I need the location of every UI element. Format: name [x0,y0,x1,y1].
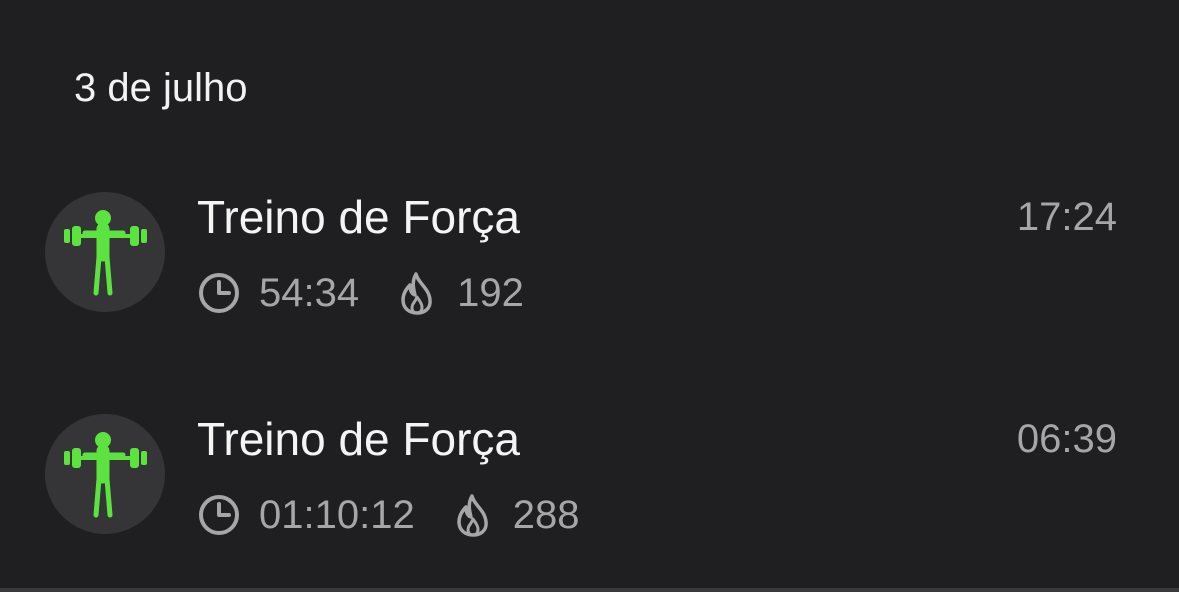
workout-title: Treino de Força [197,191,520,243]
workout-stats: 01:10:12 288 [197,492,615,538]
clock-icon [197,493,241,537]
calories-value: 192 [457,271,524,315]
bottom-divider [0,588,1179,592]
workout-avatar [45,414,165,534]
calories-value: 288 [512,493,580,537]
clock-icon [197,271,241,315]
section-date: 3 de julho [74,66,248,110]
duration-value: 01:10:12 [259,493,415,537]
duration-value: 54:34 [259,271,360,315]
workout-row[interactable]: Treino de Força 17:24 54:34 192 [0,192,1179,322]
workout-time: 06:39 [1016,417,1117,461]
strength-training-icon [64,210,147,296]
workout-title: Treino de Força [197,413,520,465]
workout-row[interactable]: Treino de Força 06:39 01:10:12 288 [0,414,1179,544]
workout-stats: 54:34 192 [197,270,560,316]
strength-training-icon [64,432,147,518]
workout-time: 17:24 [1016,195,1117,239]
flame-icon [395,271,439,315]
flame-icon [451,493,495,537]
workout-avatar [45,192,165,312]
